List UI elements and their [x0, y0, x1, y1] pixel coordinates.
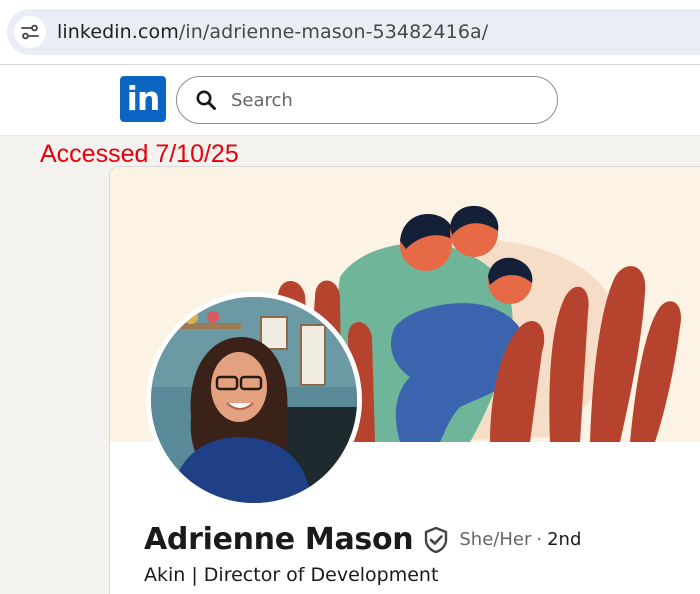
profile-name: Adrienne Mason — [144, 521, 414, 557]
search-icon — [195, 89, 217, 115]
connection-degree: 2nd — [547, 528, 582, 550]
search-input[interactable] — [231, 87, 531, 113]
browser-toolbar: linkedin.com/in/adrienne-mason-53482416a… — [0, 0, 700, 64]
profile-card: Adrienne Mason She/Her · 2nd Akin | Dire… — [109, 166, 700, 594]
access-date-annotation: Accessed 7/10/25 — [40, 140, 239, 168]
url-host: linkedin.com — [57, 21, 179, 43]
url-path: /in/adrienne-mason-53482416a/ — [178, 21, 489, 43]
search-box[interactable] — [176, 76, 558, 124]
pronouns: She/Her — [459, 528, 532, 550]
profile-name-row: Adrienne Mason She/Her · 2nd — [144, 517, 581, 561]
address-bar[interactable]: linkedin.com/in/adrienne-mason-53482416a… — [7, 9, 700, 55]
linkedin-header: in — [0, 64, 700, 136]
url-text[interactable]: linkedin.com/in/adrienne-mason-53482416a… — [57, 21, 488, 43]
linkedin-logo[interactable]: in — [120, 76, 166, 122]
profile-photo[interactable] — [146, 292, 362, 508]
separator-dot: · — [536, 528, 543, 550]
verified-shield-icon[interactable] — [423, 526, 449, 554]
site-info-button[interactable] — [14, 16, 46, 48]
profile-headline: Akin | Director of Development — [144, 564, 439, 586]
